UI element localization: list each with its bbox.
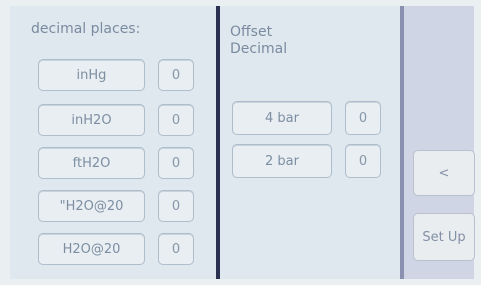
decimal-value-fth2o[interactable]: 0 xyxy=(158,147,194,179)
unit-button-4-bar[interactable]: 4 bar xyxy=(232,101,332,135)
unit-button-inh2o[interactable]: inH2O xyxy=(38,104,145,136)
offset-title: Offset xyxy=(230,24,273,40)
setup-button[interactable]: Set Up xyxy=(413,213,475,261)
device-screen: decimal places: inHg 0 inH2O 0 ftH2O 0 "… xyxy=(0,0,481,285)
decimal-value-inh2o[interactable]: 0 xyxy=(158,104,194,136)
nav-divider xyxy=(400,6,404,279)
offset-value-4-bar[interactable]: 0 xyxy=(345,101,381,135)
unit-button-inhg[interactable]: inHg xyxy=(38,59,145,91)
decimal-places-title: decimal places: xyxy=(31,21,141,37)
unit-button-inh2o-at-20[interactable]: "H2O@20 xyxy=(38,190,145,222)
back-button[interactable]: < xyxy=(413,150,475,196)
decimal-value-h2o-at-20[interactable]: 0 xyxy=(158,233,194,265)
unit-button-2-bar[interactable]: 2 bar xyxy=(232,144,332,178)
unit-button-h2o-at-20[interactable]: H2O@20 xyxy=(38,233,145,265)
panel-divider xyxy=(216,6,220,279)
decimal-value-inh2o-at-20[interactable]: 0 xyxy=(158,190,194,222)
unit-button-fth2o[interactable]: ftH2O xyxy=(38,147,145,179)
decimal-title: Decimal xyxy=(230,41,288,57)
offset-value-2-bar[interactable]: 0 xyxy=(345,144,381,178)
decimal-value-inhg[interactable]: 0 xyxy=(158,59,194,91)
